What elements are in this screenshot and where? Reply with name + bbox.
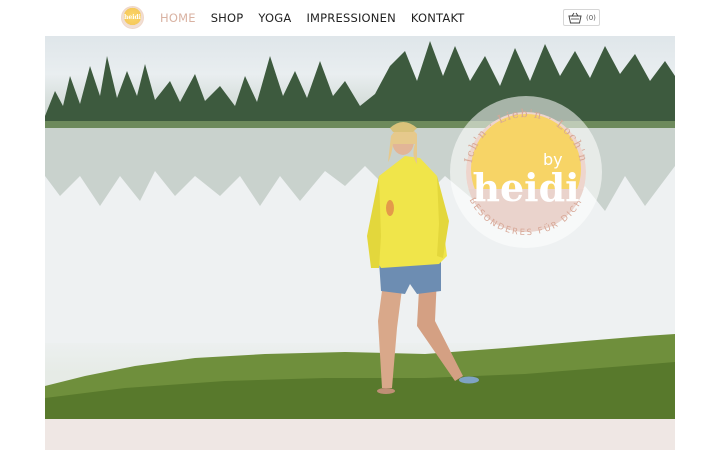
nav-kontakt[interactable]: KONTAKT <box>411 10 465 26</box>
nav-impressionen[interactable]: IMPRESSIONEN <box>306 10 395 26</box>
nav-yoga[interactable]: YOGA <box>258 10 291 26</box>
logo-text: heidi <box>124 14 141 21</box>
hero-image: Ich'n · Lieb'n · Loch'n BESONDERES FÜR D… <box>45 36 675 419</box>
section-strip <box>45 419 675 450</box>
basket-icon <box>568 12 582 23</box>
logo[interactable]: heidi <box>121 6 144 29</box>
brand-badge: Ich'n · Lieb'n · Loch'n BESONDERES FÜR D… <box>450 96 602 248</box>
nav-home[interactable]: HOME <box>160 10 196 26</box>
badge-name: heidi <box>472 165 579 210</box>
main-nav: HOME SHOP YOGA IMPRESSIONEN KONTAKT <box>160 10 480 26</box>
nav-shop[interactable]: SHOP <box>211 10 244 26</box>
cart-button[interactable]: (0) <box>563 9 600 26</box>
site-header: heidi HOME SHOP YOGA IMPRESSIONEN KONTAK… <box>0 0 720 36</box>
cart-count: (0) <box>586 13 596 22</box>
